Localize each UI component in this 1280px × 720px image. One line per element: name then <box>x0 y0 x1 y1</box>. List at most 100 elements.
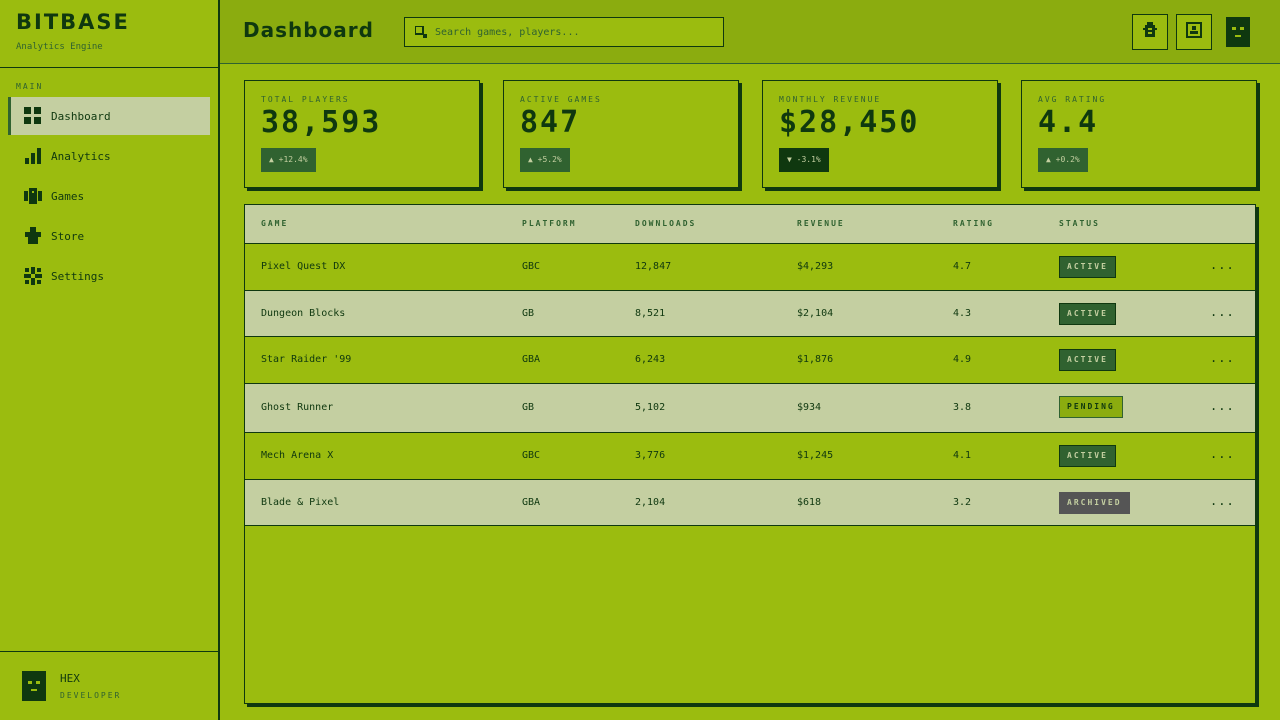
sidebar-item-label: Games <box>51 189 85 203</box>
cell-platform: GBC <box>522 450 541 461</box>
cell-rating: 4.7 <box>953 261 972 272</box>
cell-downloads: 2,104 <box>635 497 666 508</box>
stat-label: MONTHLY REVENUE <box>779 95 882 104</box>
sidebar-nav: Dashboard Analytics Games Store Settings <box>0 97 218 295</box>
stat-value: $28,450 <box>779 105 920 140</box>
stat-label: TOTAL PLAYERS <box>261 95 350 104</box>
status-badge: ACTIVE <box>1059 256 1116 278</box>
table-row[interactable]: Blade & Pixel GBA 2,104 $618 3.2 ARCHIVE… <box>245 480 1255 526</box>
bug-icon <box>1143 22 1157 42</box>
cell-rating: 3.8 <box>953 402 972 413</box>
row-more-button[interactable]: ... <box>1210 494 1235 508</box>
cell-game: Star Raider '99 <box>261 354 352 365</box>
table-row[interactable]: Star Raider '99 GBA 6,243 $1,876 4.9 ACT… <box>245 337 1255 384</box>
stat-value: 38,593 <box>261 105 382 140</box>
cell-platform: GBA <box>522 497 541 508</box>
sidebar-item-dashboard[interactable]: Dashboard <box>8 97 210 135</box>
row-more-button[interactable]: ... <box>1210 351 1235 365</box>
column-header-rating[interactable]: RATING <box>953 219 994 228</box>
grid-icon <box>23 106 43 126</box>
sidebar: BITBASE Analytics Engine MAIN Dashboard … <box>0 0 220 720</box>
stat-change-badge: ▲ +5.2% <box>520 148 570 172</box>
header: Dashboard <box>220 0 1280 64</box>
stat-label: AVG RATING <box>1038 95 1107 104</box>
bug-button[interactable] <box>1132 14 1168 50</box>
brand-subtitle: Analytics Engine <box>16 42 103 52</box>
row-more-button[interactable]: ... <box>1210 258 1235 272</box>
table-header: GAME PLATFORM DOWNLOADS REVENUE RATING S… <box>245 205 1255 244</box>
column-header-status[interactable]: STATUS <box>1059 219 1100 228</box>
column-header-game[interactable]: GAME <box>261 219 288 228</box>
sidebar-item-store[interactable]: Store <box>8 217 210 255</box>
header-avatar[interactable] <box>1226 17 1250 47</box>
cell-downloads: 6,243 <box>635 354 666 365</box>
bar-chart-icon <box>23 146 43 166</box>
stat-label: ACTIVE GAMES <box>520 95 602 104</box>
table-row[interactable]: Dungeon Blocks GB 8,521 $2,104 4.3 ACTIV… <box>245 291 1255 337</box>
column-header-downloads[interactable]: DOWNLOADS <box>635 219 696 228</box>
table-row[interactable]: Ghost Runner GB 5,102 $934 3.8 PENDING .… <box>245 384 1255 433</box>
brand: BITBASE Analytics Engine <box>0 0 218 68</box>
stat-card-total-players: TOTAL PLAYERS 38,593 ▲ +12.4% <box>244 80 480 188</box>
column-header-platform[interactable]: PLATFORM <box>522 219 577 228</box>
status-badge: ACTIVE <box>1059 445 1116 467</box>
search-icon <box>414 23 427 42</box>
sidebar-item-analytics[interactable]: Analytics <box>8 137 210 175</box>
sidebar-item-label: Dashboard <box>51 109 111 123</box>
gamepad-icon <box>23 186 43 206</box>
cell-rating: 4.1 <box>953 450 972 461</box>
row-more-button[interactable]: ... <box>1210 399 1235 413</box>
status-badge: PENDING <box>1059 396 1123 418</box>
user-profile[interactable]: HEX DEVELOPER <box>0 651 218 720</box>
sidebar-item-label: Store <box>51 229 85 243</box>
table-row[interactable]: Pixel Quest DX GBC 12,847 $4,293 4.7 ACT… <box>245 244 1255 291</box>
cell-downloads: 12,847 <box>635 261 672 272</box>
cell-platform: GB <box>522 402 535 413</box>
stat-card-avg-rating: AVG RATING 4.4 ▲ +0.2% <box>1021 80 1257 188</box>
sidebar-item-settings[interactable]: Settings <box>8 257 210 295</box>
stat-value: 4.4 <box>1038 105 1099 140</box>
cell-platform: GB <box>522 308 535 319</box>
cell-game: Blade & Pixel <box>261 497 340 508</box>
cell-game: Ghost Runner <box>261 402 334 413</box>
cell-revenue: $934 <box>797 402 822 413</box>
search-input[interactable] <box>435 26 705 38</box>
cell-rating: 4.9 <box>953 354 972 365</box>
brand-title: BITBASE <box>16 10 130 34</box>
status-badge: ACTIVE <box>1059 349 1116 371</box>
cell-revenue: $618 <box>797 497 822 508</box>
sidebar-item-label: Analytics <box>51 149 111 163</box>
stat-change-badge: ▲ +12.4% <box>261 148 316 172</box>
sidebar-item-label: Settings <box>51 269 104 283</box>
status-badge: ARCHIVED <box>1059 492 1130 514</box>
row-more-button[interactable]: ... <box>1210 447 1235 461</box>
sidebar-item-games[interactable]: Games <box>8 177 210 215</box>
gear-icon <box>23 266 43 286</box>
cell-platform: GBA <box>522 354 541 365</box>
stat-change-badge: ▼ -3.1% <box>779 148 829 172</box>
stat-value: 847 <box>520 105 581 140</box>
stat-card-active-games: ACTIVE GAMES 847 ▲ +5.2% <box>503 80 739 188</box>
search-box[interactable] <box>404 17 724 47</box>
page-title: Dashboard <box>243 18 374 42</box>
user-card-icon <box>1186 22 1202 42</box>
row-more-button[interactable]: ... <box>1210 305 1235 319</box>
cell-revenue: $1,245 <box>797 450 834 461</box>
avatar <box>22 671 46 701</box>
cell-revenue: $2,104 <box>797 308 834 319</box>
user-role: DEVELOPER <box>60 691 122 700</box>
status-badge: ACTIVE <box>1059 303 1116 325</box>
cell-game: Pixel Quest DX <box>261 261 346 272</box>
user-name: HEX <box>60 672 80 685</box>
cell-rating: 4.3 <box>953 308 972 319</box>
nav-section-label: MAIN <box>16 82 44 91</box>
table-row[interactable]: Mech Arena X GBC 3,776 $1,245 4.1 ACTIVE… <box>245 433 1255 480</box>
stat-change-badge: ▲ +0.2% <box>1038 148 1088 172</box>
column-header-revenue[interactable]: REVENUE <box>797 219 845 228</box>
cell-revenue: $4,293 <box>797 261 834 272</box>
profile-card-button[interactable] <box>1176 14 1212 50</box>
cell-rating: 3.2 <box>953 497 972 508</box>
cell-revenue: $1,876 <box>797 354 834 365</box>
cell-downloads: 5,102 <box>635 402 666 413</box>
cell-platform: GBC <box>522 261 541 272</box>
